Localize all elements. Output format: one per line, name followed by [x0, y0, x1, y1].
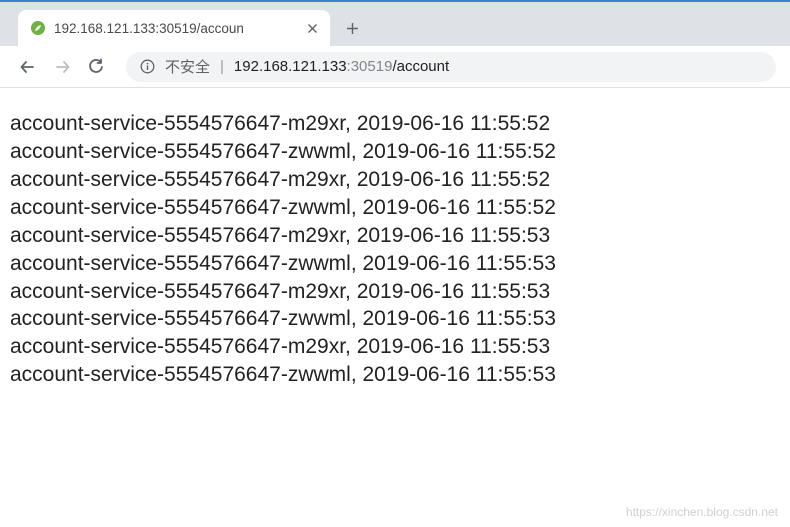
browser-toolbar: 不安全 | 192.168.121.133:30519/account [0, 46, 790, 88]
address-bar[interactable]: 不安全 | 192.168.121.133:30519/account [126, 52, 776, 82]
tab-bar: 192.168.121.133:30519/accoun [0, 2, 790, 46]
url-port: :30519 [347, 58, 393, 75]
content-line: account-service-5554576647-m29xr, 2019-0… [10, 278, 780, 306]
content-line: account-service-5554576647-zwwml, 2019-0… [10, 250, 780, 278]
close-tab-icon[interactable] [304, 20, 320, 36]
content-line: account-service-5554576647-zwwml, 2019-0… [10, 194, 780, 222]
page-content: account-service-5554576647-m29xr, 2019-0… [0, 88, 790, 411]
spring-favicon-icon [30, 20, 46, 36]
url-host: 192.168.121.133 [234, 58, 347, 75]
browser-tab[interactable]: 192.168.121.133:30519/accoun [18, 10, 330, 46]
info-icon[interactable] [140, 59, 155, 74]
tab-title: 192.168.121.133:30519/accoun [54, 21, 296, 36]
content-line: account-service-5554576647-m29xr, 2019-0… [10, 333, 780, 361]
watermark: https://xinchen.blog.csdn.net [626, 505, 778, 519]
content-line: account-service-5554576647-zwwml, 2019-0… [10, 361, 780, 389]
new-tab-button[interactable] [338, 14, 366, 42]
content-line: account-service-5554576647-m29xr, 2019-0… [10, 166, 780, 194]
back-button[interactable] [14, 53, 42, 81]
content-line: account-service-5554576647-m29xr, 2019-0… [10, 222, 780, 250]
unsafe-label: 不安全 [165, 56, 210, 77]
content-line: account-service-5554576647-zwwml, 2019-0… [10, 305, 780, 333]
url-text: 192.168.121.133:30519/account [234, 58, 449, 75]
address-divider: | [220, 58, 224, 75]
content-line: account-service-5554576647-m29xr, 2019-0… [10, 110, 780, 138]
url-path: /account [392, 58, 449, 75]
reload-button[interactable] [82, 53, 110, 81]
forward-button[interactable] [48, 53, 76, 81]
content-line: account-service-5554576647-zwwml, 2019-0… [10, 138, 780, 166]
